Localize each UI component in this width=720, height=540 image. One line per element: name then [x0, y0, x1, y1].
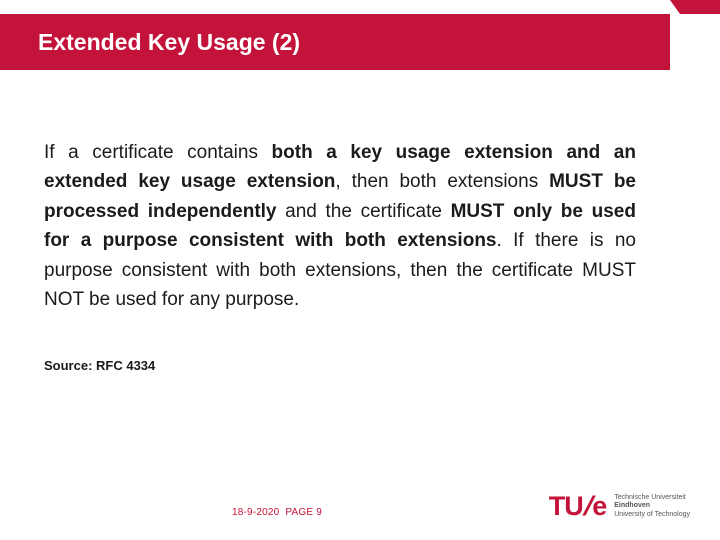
logo-tu: TU: [549, 491, 583, 522]
logo-line3: University of Technology: [614, 511, 690, 519]
body-seg1: If a certificate contains: [44, 142, 272, 163]
body-seg3: , then both extensions: [335, 171, 549, 192]
logo-mark: TU/e: [549, 491, 607, 522]
footer-meta: 18-9-2020 PAGE 9: [232, 507, 322, 518]
tue-logo: TU/e Technische Universiteit Eindhoven U…: [549, 491, 690, 522]
slide-title: Extended Key Usage (2): [38, 29, 300, 56]
source-line: Source: RFC 4334: [44, 358, 155, 373]
logo-line2-bold: Eindhoven: [614, 502, 650, 509]
logo-text: Technische Universiteit Eindhoven Univer…: [614, 494, 690, 518]
corner-accent: [680, 0, 720, 14]
logo-line1: Technische Universiteit: [614, 494, 690, 502]
body-seg5: and the certificate: [277, 201, 451, 222]
footer-page: PAGE 9: [285, 507, 322, 518]
slide: Extended Key Usage (2) If a certificate …: [0, 0, 720, 540]
logo-line2: Eindhoven: [614, 502, 690, 510]
corner-notch: [670, 0, 680, 14]
body-paragraph: If a certificate contains both a key usa…: [44, 138, 636, 315]
footer-date: 18-9-2020: [232, 507, 279, 518]
title-band: Extended Key Usage (2): [0, 14, 670, 70]
